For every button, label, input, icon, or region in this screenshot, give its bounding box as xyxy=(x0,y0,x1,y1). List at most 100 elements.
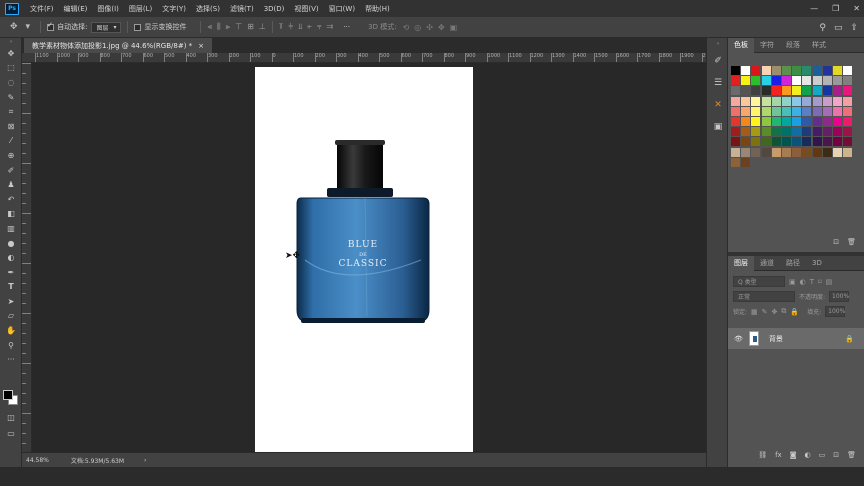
layer-row-background[interactable]: 👁 背景 🔒 xyxy=(728,328,864,349)
color-swatch[interactable] xyxy=(781,106,791,116)
show-transform-checkbox[interactable] xyxy=(134,23,142,31)
properties-icon[interactable]: ▣ xyxy=(707,116,729,138)
foreground-color-swatch[interactable] xyxy=(3,390,13,400)
quick-mask-icon[interactable]: ◫ xyxy=(0,410,22,425)
color-swatch[interactable] xyxy=(832,66,842,75)
color-swatch[interactable] xyxy=(802,76,812,86)
brush-settings-icon[interactable]: ✐ xyxy=(707,50,729,72)
color-swatch[interactable] xyxy=(741,76,751,86)
distribute-hcenter-icon[interactable]: ⫧ xyxy=(317,22,322,32)
distribute-bottom-icon[interactable]: ⫫ xyxy=(298,22,303,32)
color-swatch[interactable] xyxy=(751,116,761,126)
distribute-vcenter-icon[interactable]: ⫩ xyxy=(288,22,293,32)
filter-type-icon[interactable]: T xyxy=(810,278,814,286)
document-tab[interactable]: 教学素材物体添加投影1.jpg @ 44.6%(RGB/8#) * × xyxy=(24,38,213,53)
collapse-icon[interactable]: « xyxy=(707,38,729,50)
filter-shape-icon[interactable]: ⌑ xyxy=(818,278,822,286)
color-swatch[interactable] xyxy=(812,106,822,116)
color-swatch[interactable] xyxy=(843,147,853,157)
color-swatch[interactable] xyxy=(812,116,822,126)
color-swatch[interactable] xyxy=(812,86,822,96)
tab-3d[interactable]: 3D xyxy=(806,256,828,271)
color-swatch[interactable] xyxy=(822,127,832,137)
color-swatch[interactable] xyxy=(781,116,791,126)
new-group-icon[interactable]: ▭ xyxy=(819,451,826,463)
auto-select-dropdown[interactable]: 图层 ▾ xyxy=(91,21,122,33)
eraser-tool-icon[interactable]: ◧ xyxy=(0,207,22,222)
share-icon[interactable]: ⇪ xyxy=(850,23,858,33)
color-swatch[interactable] xyxy=(751,137,761,147)
align-vcenter-icon[interactable]: ⊞ xyxy=(247,22,254,32)
color-swatch[interactable] xyxy=(822,137,832,147)
brush-tool-icon[interactable]: ✐ xyxy=(0,163,22,178)
color-swatch[interactable] xyxy=(822,147,832,157)
color-swatch[interactable] xyxy=(792,137,802,147)
color-swatch[interactable] xyxy=(802,106,812,116)
distribute-top-icon[interactable]: ⫪ xyxy=(279,22,284,32)
color-swatch[interactable] xyxy=(741,116,751,126)
color-swatches[interactable] xyxy=(3,390,19,406)
horizontal-ruler[interactable]: 1100 1000 900 800 700 600 500 400 300 200 100 0 100 2… xyxy=(22,53,706,63)
color-swatch[interactable] xyxy=(812,76,822,86)
color-swatch[interactable] xyxy=(832,137,842,147)
color-swatch[interactable] xyxy=(741,127,751,137)
color-swatch[interactable] xyxy=(781,76,791,86)
tool-presets-icon[interactable]: ✕ xyxy=(707,94,729,116)
color-swatch[interactable] xyxy=(812,66,822,75)
color-swatch[interactable] xyxy=(843,86,853,96)
path-select-tool-icon[interactable]: ➤ xyxy=(0,294,22,309)
close-tab-icon[interactable]: × xyxy=(198,42,204,50)
align-top-icon[interactable]: ⊤ xyxy=(235,22,242,32)
zoom-tool-icon[interactable]: ⚲ xyxy=(0,338,22,353)
color-swatch[interactable] xyxy=(771,66,781,75)
color-swatch[interactable] xyxy=(792,96,802,106)
menu-help[interactable]: 帮助(H) xyxy=(360,4,395,14)
color-swatch[interactable] xyxy=(771,96,781,106)
color-swatch[interactable] xyxy=(832,147,842,157)
color-swatch[interactable] xyxy=(792,116,802,126)
color-swatch[interactable] xyxy=(843,76,853,86)
color-swatch[interactable] xyxy=(792,86,802,96)
type-tool-icon[interactable]: T xyxy=(0,280,22,295)
color-swatch[interactable] xyxy=(802,66,812,75)
orbit-3d-icon[interactable]: ⟲ xyxy=(403,23,410,32)
marquee-tool-icon[interactable]: ⬚ xyxy=(0,61,22,76)
color-swatch[interactable] xyxy=(802,86,812,96)
minimize-button[interactable]: — xyxy=(810,4,818,13)
color-swatch[interactable] xyxy=(741,66,751,75)
opacity-input[interactable]: 100% xyxy=(829,291,849,302)
color-swatch[interactable] xyxy=(832,116,842,126)
color-swatch[interactable] xyxy=(802,147,812,157)
pen-tool-icon[interactable]: ✒ xyxy=(0,265,22,280)
quick-select-tool-icon[interactable]: ✎ xyxy=(0,90,22,105)
color-swatch[interactable] xyxy=(751,147,761,157)
filter-adjust-icon[interactable]: ◐ xyxy=(800,278,806,286)
color-swatch[interactable] xyxy=(792,127,802,137)
tab-layers[interactable]: 图层 xyxy=(728,255,754,271)
shape-tool-icon[interactable]: ▱ xyxy=(0,309,22,324)
menu-window[interactable]: 窗口(W) xyxy=(324,4,360,14)
auto-select-checkbox[interactable] xyxy=(47,21,55,31)
color-swatch[interactable] xyxy=(761,137,771,147)
status-menu-arrow[interactable]: › xyxy=(144,457,146,464)
color-swatch[interactable] xyxy=(751,106,761,116)
roll-3d-icon[interactable]: ◎ xyxy=(414,23,421,32)
lock-transparent-icon[interactable]: ▦ xyxy=(751,308,758,316)
lock-image-icon[interactable]: ✎ xyxy=(762,308,768,316)
move-tool-icon[interactable]: ✥ xyxy=(0,46,22,61)
color-swatch[interactable] xyxy=(792,147,802,157)
color-swatch[interactable] xyxy=(731,147,740,157)
color-swatch[interactable] xyxy=(761,96,771,106)
color-swatch[interactable] xyxy=(731,137,740,147)
screen-mode-icon[interactable]: ▭ xyxy=(0,426,22,441)
color-swatch[interactable] xyxy=(761,116,771,126)
hand-tool-icon[interactable]: ✋ xyxy=(0,323,22,338)
blend-mode-dropdown[interactable]: 正常 xyxy=(733,291,795,302)
move-tool-icon[interactable]: ✥ xyxy=(10,22,18,32)
workspace-icon[interactable]: ▭ xyxy=(834,23,843,33)
color-swatch[interactable] xyxy=(731,116,740,126)
color-swatch[interactable] xyxy=(812,137,822,147)
color-swatch[interactable] xyxy=(832,106,842,116)
color-swatch[interactable] xyxy=(832,86,842,96)
restore-button[interactable]: ❐ xyxy=(832,4,839,13)
